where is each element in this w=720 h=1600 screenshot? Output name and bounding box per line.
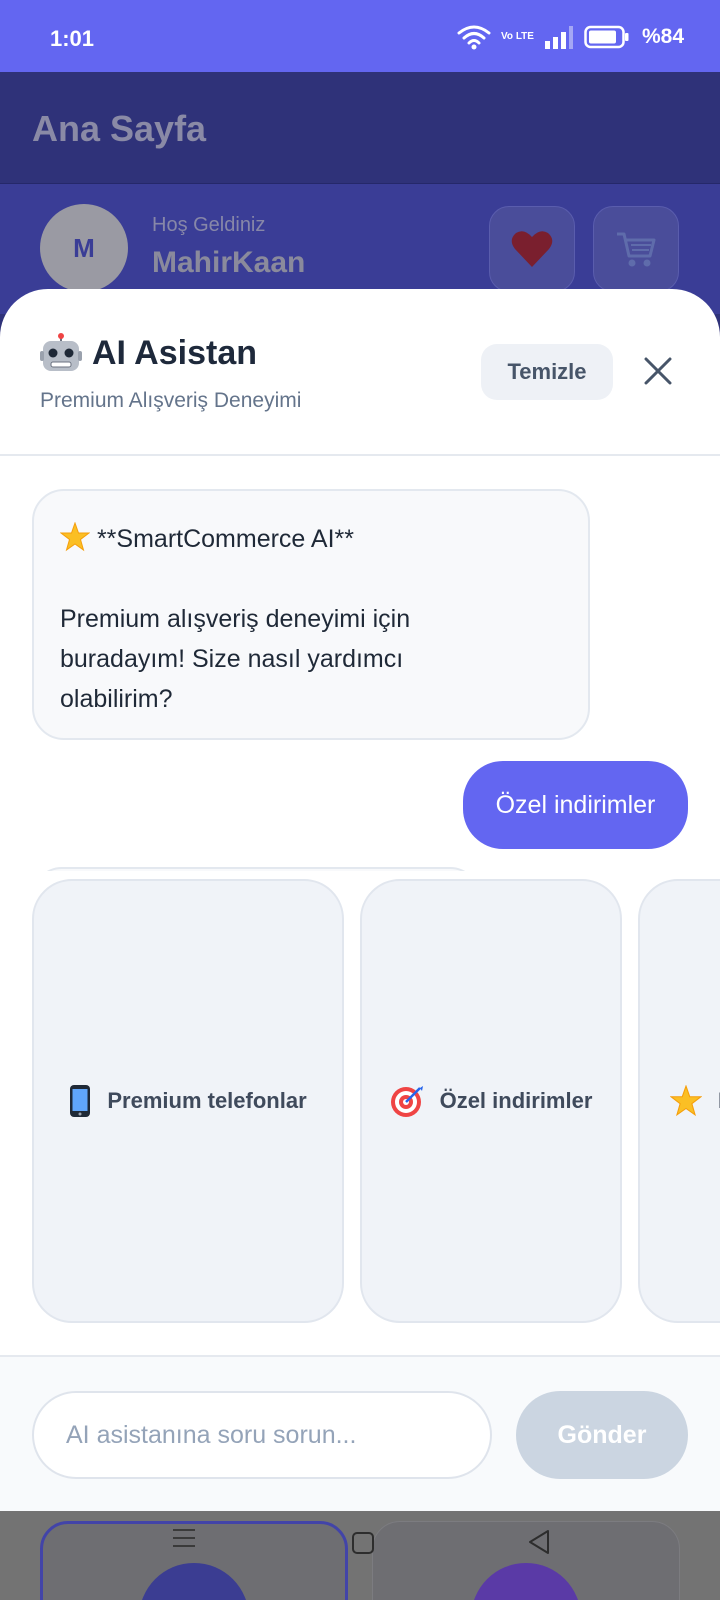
battery-icon [584,25,629,49]
robot-icon [40,333,82,371]
battery-percent: %84 [641,25,684,48]
star-icon [670,1085,702,1117]
assistant-title-text: AI Asistan [92,333,258,372]
suggestion-card-special-discounts[interactable]: Özel indirimler [360,879,622,1323]
suggestion-card-partial[interactable]: E [638,879,720,1323]
signal-icon [544,26,573,49]
menu-icon[interactable] [172,1527,196,1549]
back-icon[interactable] [528,1529,550,1555]
volte-indicator: Vo LTE [501,31,534,42]
ai-message-heading-line: **SmartCommerce AI** [59,519,562,559]
phone-icon [70,1085,91,1117]
status-indicators: Vo LTE %84 [457,22,684,52]
welcome-greeting: Hoş Geldiniz [152,214,266,236]
ai-message-line: olabilirim? [60,685,173,713]
status-time: 1:01 [50,26,95,51]
assistant-title: AI Asistan [40,333,257,373]
heart-icon [511,231,553,267]
status-bar: 1:01 Vo LTE %84 [0,0,720,72]
home-icon[interactable] [351,1531,375,1555]
clear-button[interactable]: Temizle [481,344,613,400]
send-button[interactable]: Gönder [516,1391,688,1479]
assistant-subtitle: Premium Alışveriş Deneyimi [40,389,302,412]
favorites-button[interactable] [489,206,575,292]
chat-input-bar: Gönder [0,1355,720,1511]
cart-icon [617,232,656,267]
ai-message-heading: **SmartCommerce AI** [96,525,354,553]
bottom-nav [0,1511,720,1600]
suggestion-label: Özel indirimler [439,1088,593,1113]
ai-message-line: Premium alışveriş deneyimi için [60,605,411,633]
cart-button[interactable] [593,206,679,292]
avatar[interactable]: M [40,204,128,292]
wifi-icon [457,25,491,50]
sheet-header: AI Asistan Premium Alışveriş Deneyimi Te… [0,289,720,456]
close-button[interactable] [636,349,680,393]
chat-input[interactable] [32,1391,492,1479]
ai-message-spacer [60,559,562,599]
ai-message-line: buradayım! Size nasıl yardımcı [60,645,404,673]
ai-assistant-sheet: AI Asistan Premium Alışveriş Deneyimi Te… [0,289,720,1511]
suggestion-card-premium-phones[interactable]: Premium telefonlar [32,879,344,1323]
star-icon [59,521,91,552]
suggestion-label: Premium telefonlar [107,1088,307,1113]
app-header: Ana Sayfa [0,72,720,184]
close-icon [644,357,672,385]
welcome-username: MahirKaan [152,246,306,279]
user-message-bubble: Özel indirimler [463,761,688,849]
page-title: Ana Sayfa [32,108,207,149]
ai-message-bubble: **SmartCommerce AI** Premium alışveriş d… [32,489,590,740]
target-icon [390,1086,423,1117]
suggestion-carousel[interactable]: Premium telefonlar Özel indirimler E [0,871,720,1341]
